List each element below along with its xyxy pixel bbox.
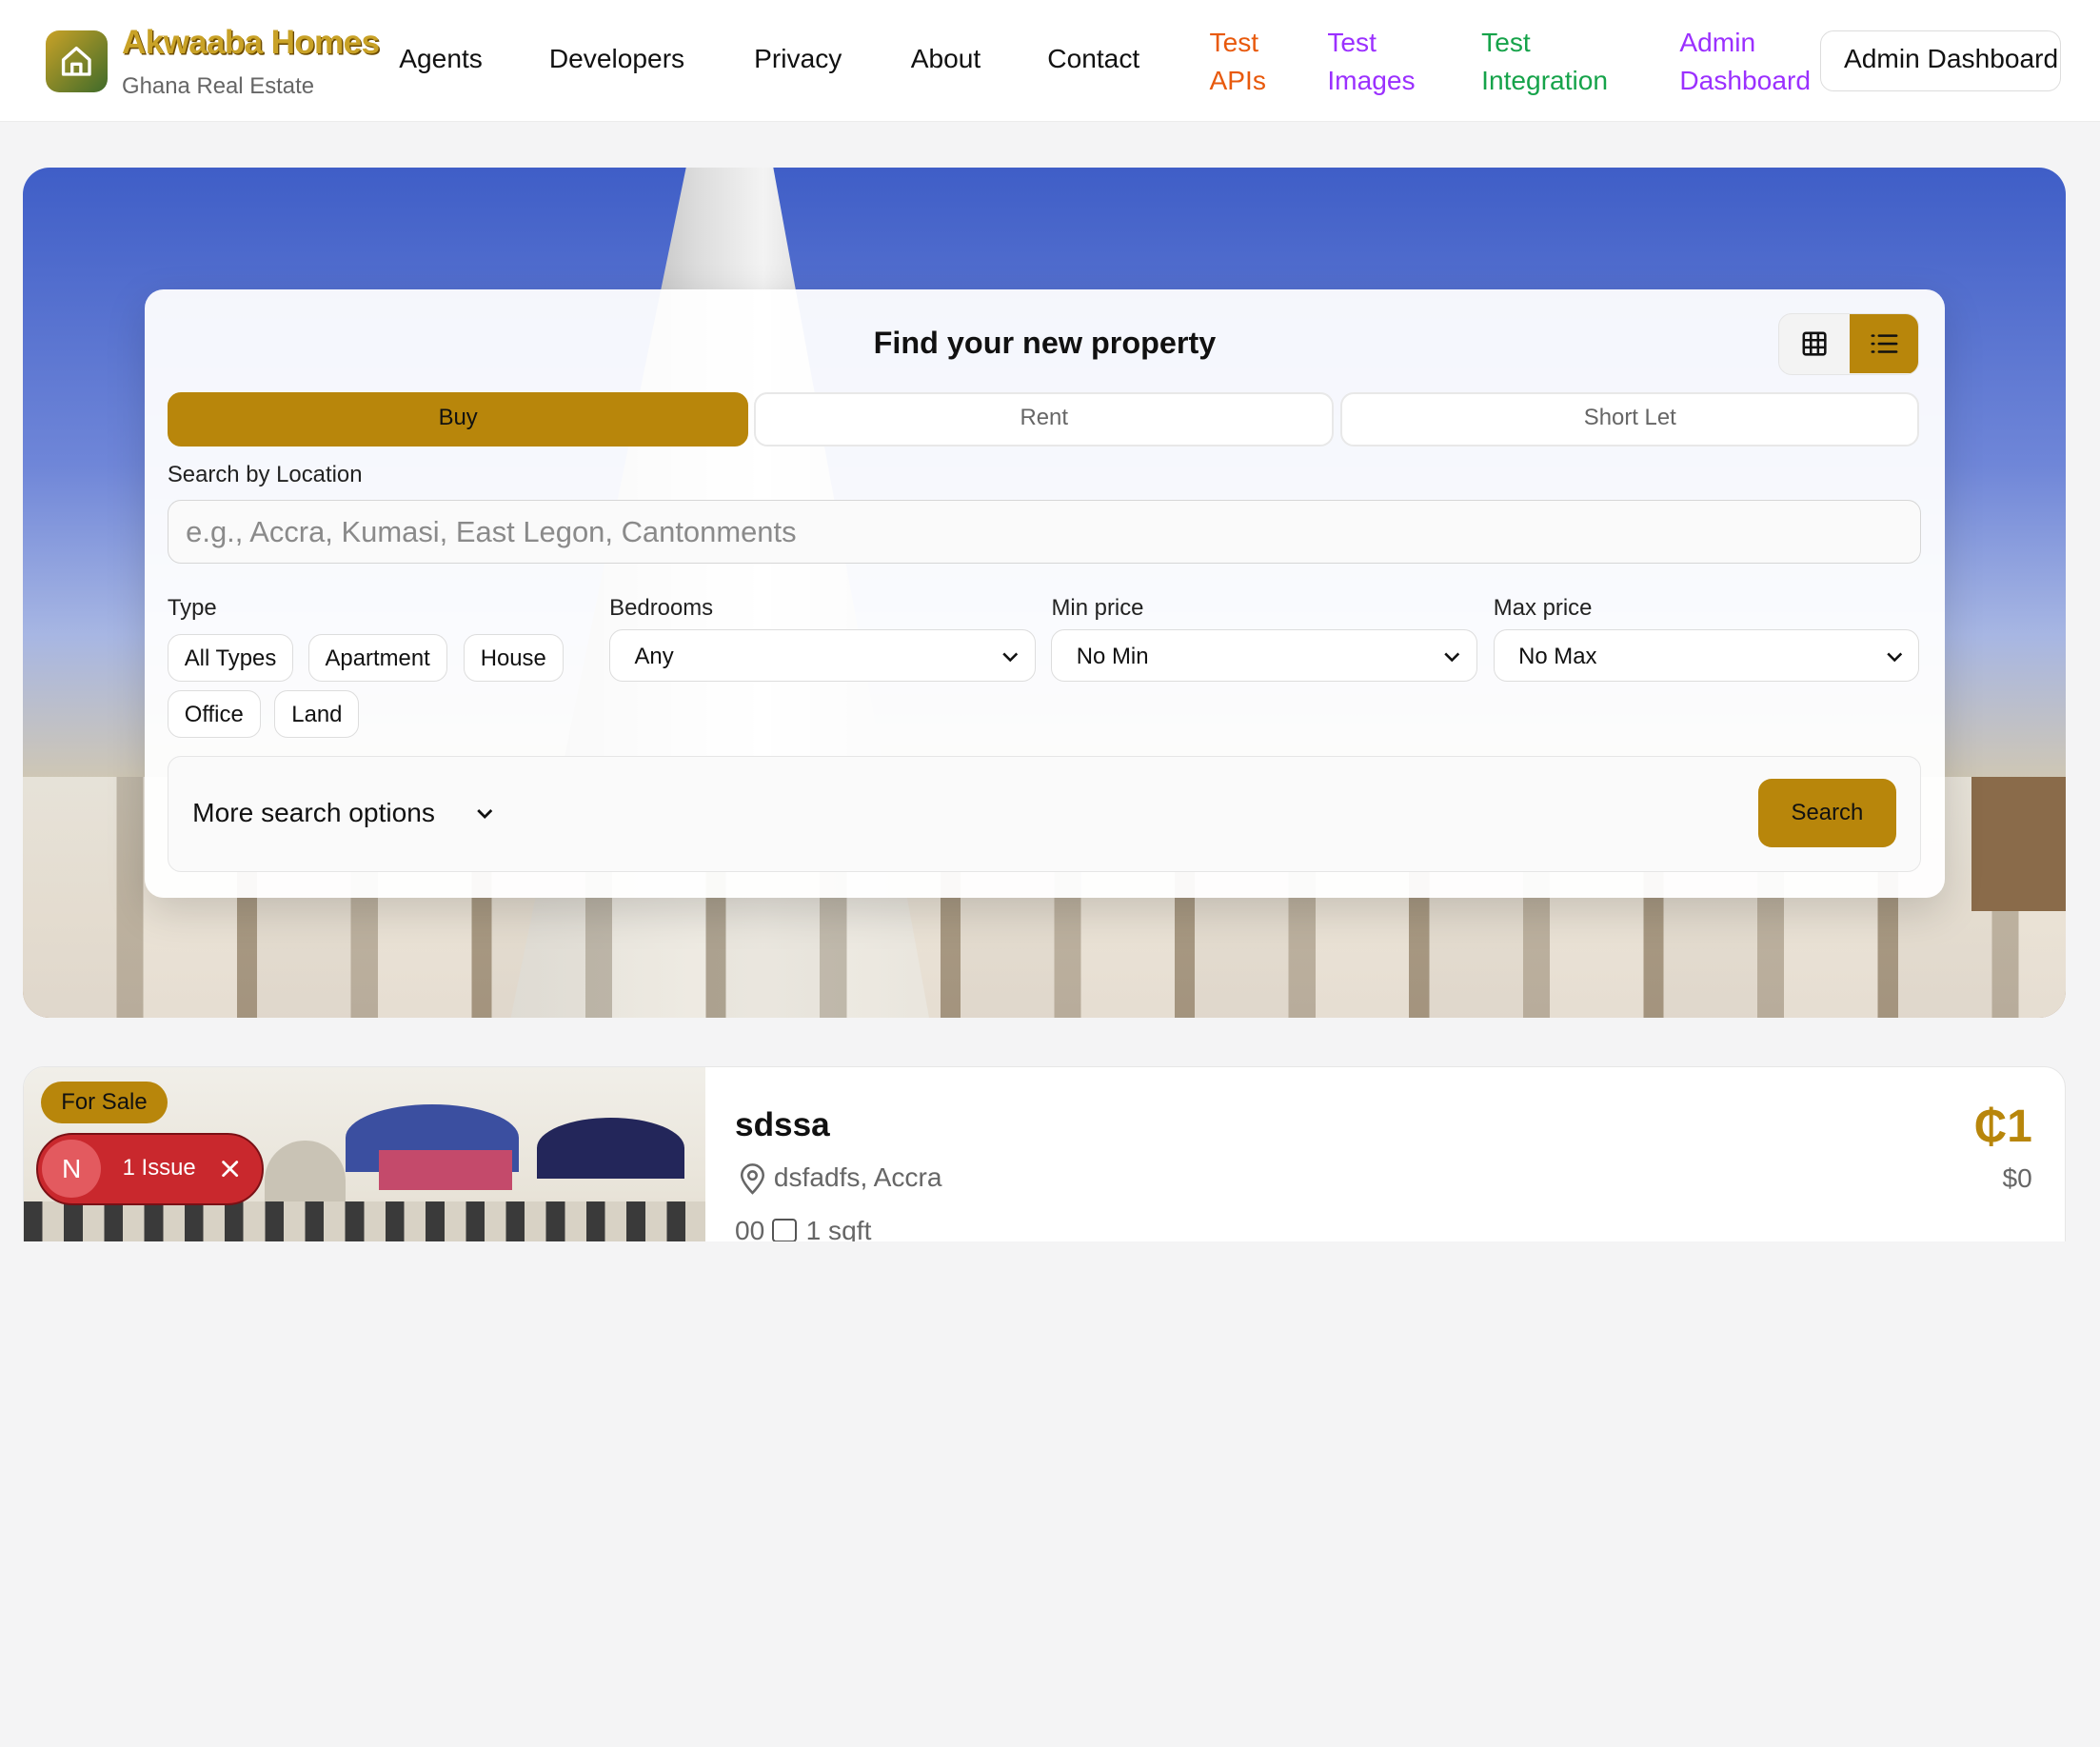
min-price-value: No Min xyxy=(1076,644,1149,670)
more-search-options-toggle[interactable]: More search options xyxy=(192,798,435,828)
nextjs-logo-icon: N xyxy=(42,1139,102,1199)
max-price-label: Max price xyxy=(1493,594,1593,621)
close-icon[interactable] xyxy=(218,1157,242,1181)
bedrooms-label: Bedrooms xyxy=(609,594,714,621)
view-mode-toggle xyxy=(1778,313,1920,375)
nav-admin-dashboard[interactable]: Admin Dashboard xyxy=(1679,24,1811,99)
nav-agents[interactable]: Agents xyxy=(399,44,483,74)
hero-background-roof xyxy=(1971,777,2066,911)
search-button[interactable]: Search xyxy=(1757,779,1896,848)
top-navbar: Akwaaba Homes Ghana Real Estate Agents D… xyxy=(0,0,2100,123)
image-detail-canopy xyxy=(378,1150,513,1191)
search-card-title: Find your new property xyxy=(873,325,1217,360)
page: Akwaaba Homes Ghana Real Estate Agents D… xyxy=(0,0,2100,1242)
chevron-down-icon[interactable] xyxy=(474,804,496,825)
chevron-down-icon xyxy=(1002,652,1019,663)
min-price-label: Min price xyxy=(1051,594,1144,621)
nav-test-integration-line2: Integration xyxy=(1481,65,1609,95)
list-view-button[interactable] xyxy=(1849,314,1919,374)
brand-title[interactable]: Akwaaba Homes xyxy=(122,24,380,62)
for-sale-badge: For Sale xyxy=(41,1082,168,1124)
bedrooms-select[interactable]: Any xyxy=(609,629,1036,683)
location-search-input[interactable] xyxy=(167,499,1921,565)
brand-subtitle: Ghana Real Estate xyxy=(122,73,315,100)
grid-icon xyxy=(1802,331,1827,356)
listing-price-usd: $0 xyxy=(2002,1163,2032,1194)
search-card: Find your new property Buy Rent Short Le… xyxy=(144,288,1945,898)
nav-test-images[interactable]: Test Images xyxy=(1327,24,1415,99)
nav-test-integration[interactable]: Test Integration xyxy=(1481,24,1608,99)
chevron-down-icon xyxy=(1444,652,1460,663)
image-detail-umbrella xyxy=(536,1118,684,1179)
type-chip-all-types[interactable]: All Types xyxy=(167,633,294,683)
min-price-select[interactable]: No Min xyxy=(1051,629,1477,683)
max-price-value: No Max xyxy=(1518,644,1597,670)
property-listing-card[interactable]: For Sale sdssa dsfadfs, Accra ₵1 $0 00 1… xyxy=(22,1065,2066,1242)
list-icon xyxy=(1871,334,1898,353)
type-label: Type xyxy=(167,594,217,621)
nav-test-apis-line1: Test xyxy=(1209,28,1259,58)
nav-contact[interactable]: Contact xyxy=(1047,44,1139,74)
area-icon xyxy=(772,1218,797,1242)
bedrooms-value: Any xyxy=(634,644,674,670)
nav-test-apis[interactable]: Test APIs xyxy=(1210,24,1266,99)
nav-admin-dashboard-line2: Dashboard xyxy=(1679,65,1811,95)
nav-test-apis-line2: APIs xyxy=(1209,65,1266,95)
nav-admin-dashboard-line1: Admin xyxy=(1679,28,1756,58)
listing-beds-baths: 00 xyxy=(735,1216,765,1242)
listing-price: ₵1 xyxy=(1973,1102,2032,1153)
nav-test-images-line2: Images xyxy=(1327,65,1416,95)
nav-developers[interactable]: Developers xyxy=(549,44,684,74)
nav-test-images-line1: Test xyxy=(1327,28,1377,58)
admin-dashboard-button[interactable]: Admin Dashboard xyxy=(1820,30,2062,91)
issue-count: 1 Issue xyxy=(122,1155,196,1181)
chevron-down-icon xyxy=(1886,652,1902,663)
tab-buy[interactable]: Buy xyxy=(167,392,749,447)
location-pin-icon xyxy=(740,1163,764,1196)
type-chip-office[interactable]: Office xyxy=(167,689,261,739)
location-label: Search by Location xyxy=(167,462,363,488)
type-chip-apartment[interactable]: Apartment xyxy=(307,633,447,683)
nav-test-integration-line1: Test xyxy=(1481,28,1531,58)
listing-type-tabs: Buy Rent Short Let xyxy=(167,392,1920,447)
listing-title[interactable]: sdssa xyxy=(735,1106,830,1144)
image-detail-crowd xyxy=(23,1201,706,1242)
listing-location: dsfadfs, Accra xyxy=(773,1161,942,1192)
home-logo-icon[interactable] xyxy=(45,30,108,93)
tab-rent[interactable]: Rent xyxy=(754,392,1335,447)
type-chip-house[interactable]: House xyxy=(463,633,564,683)
max-price-select[interactable]: No Max xyxy=(1493,629,1920,683)
nav-privacy[interactable]: Privacy xyxy=(754,44,842,74)
more-options-panel: More search options Search xyxy=(167,755,1921,872)
nav-about[interactable]: About xyxy=(911,44,981,74)
grid-view-button[interactable] xyxy=(1779,314,1849,373)
type-chip-land[interactable]: Land xyxy=(274,689,360,739)
listing-size: 1 sqft xyxy=(805,1216,872,1242)
tab-short-let[interactable]: Short Let xyxy=(1340,392,1920,447)
dev-issues-badge[interactable]: N 1 Issue xyxy=(35,1133,265,1206)
